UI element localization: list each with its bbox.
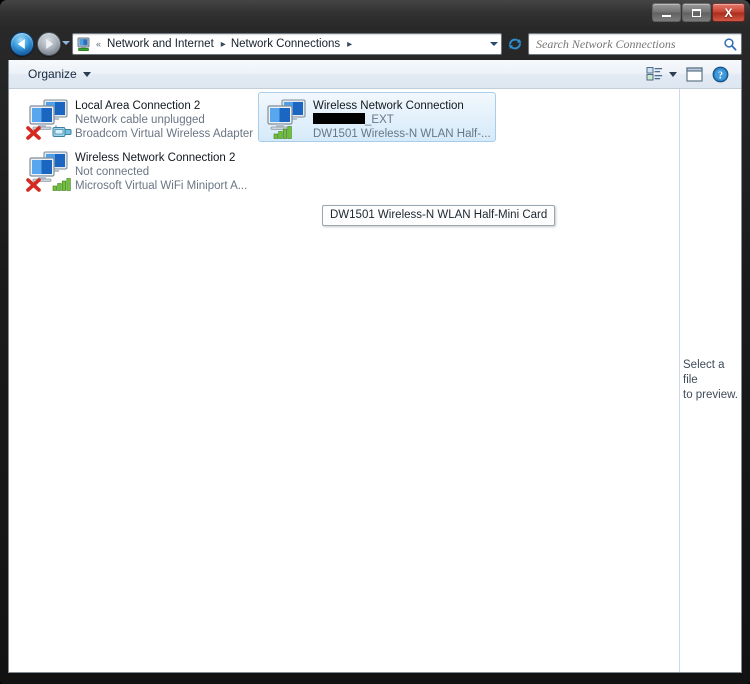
network-adapter-connected-icon <box>263 97 311 141</box>
search-box[interactable] <box>528 33 742 55</box>
maximize-icon <box>692 8 701 17</box>
change-view-icon <box>646 67 663 81</box>
organize-button-label: Organize <box>28 67 77 81</box>
connections-list[interactable]: Local Area Connection 2 Network cable un… <box>9 89 679 672</box>
help-button[interactable]: ? <box>712 66 729 83</box>
list-item[interactable]: Local Area Connection 2 Network cable un… <box>21 93 259 143</box>
tooltip-text: DW1501 Wireless-N WLAN Half-Mini Card <box>330 209 548 221</box>
breadcrumb-overflow-chevron[interactable]: « <box>92 39 105 49</box>
connection-device: DW1501 Wireless-N WLAN Half-... <box>313 128 491 140</box>
forward-arrow-icon <box>46 39 54 49</box>
explorer-window: X « Network and Internet ▸ Network Conne… <box>0 0 750 684</box>
search-input[interactable] <box>529 36 719 52</box>
title-bar[interactable]: X <box>0 0 750 28</box>
show-preview-pane-button[interactable] <box>686 66 703 82</box>
address-bar[interactable]: « Network and Internet ▸ Network Connect… <box>72 33 502 55</box>
refresh-button[interactable] <box>505 34 525 54</box>
chevron-down-icon <box>669 71 677 77</box>
explorer-client-area: Organize ? Local Area Connection 2 Netwo… <box>8 60 742 673</box>
search-icon[interactable] <box>719 37 741 51</box>
refresh-icon <box>508 38 522 50</box>
list-item-text: Local Area Connection 2 Network cable un… <box>75 96 253 141</box>
minimize-button[interactable] <box>652 3 681 22</box>
svg-text:?: ? <box>718 70 723 81</box>
close-icon: X <box>724 5 733 20</box>
connection-name: Local Area Connection 2 <box>75 100 201 112</box>
tooltip: DW1501 Wireless-N WLAN Half-Mini Card <box>322 205 556 226</box>
network-adapter-disconnected-icon <box>25 149 73 193</box>
breadcrumb[interactable]: « Network and Internet ▸ Network Connect… <box>92 38 486 50</box>
forward-button[interactable] <box>37 32 61 56</box>
ethernet-plug-icon <box>52 125 72 137</box>
recent-pages-button[interactable] <box>62 41 70 45</box>
change-view-button[interactable] <box>646 66 677 82</box>
connection-device: Microsoft Virtual WiFi Miniport A... <box>75 180 248 192</box>
connection-device: Broadcom Virtual Wireless Adapter <box>75 128 254 140</box>
network-adapter-disconnected-icon <box>25 97 73 141</box>
close-button[interactable]: X <box>712 3 745 22</box>
connection-status-suffix: _EXT <box>365 114 394 126</box>
preview-pane: Select a file to preview. <box>680 89 741 672</box>
breadcrumb-separator-icon[interactable]: ▸ <box>216 39 229 50</box>
preview-pane-line-2: to preview. <box>683 389 738 401</box>
maximize-button[interactable] <box>682 3 711 22</box>
breadcrumb-item-network-and-internet[interactable]: Network and Internet <box>105 38 216 50</box>
list-item[interactable]: Wireless Network Connection 2 Not connec… <box>21 145 259 195</box>
organize-button[interactable]: Organize <box>21 64 98 84</box>
address-bar-row: « Network and Internet ▸ Network Connect… <box>0 28 750 60</box>
show-preview-pane-icon <box>686 66 703 82</box>
address-history-dropdown-button[interactable] <box>486 42 501 46</box>
preview-pane-message: Select a file to preview. <box>683 358 738 403</box>
list-item-text: Wireless Network Connection _EXT DW1501 … <box>313 96 491 141</box>
chevron-down-icon <box>489 42 498 46</box>
preview-pane-line-1: Select a file <box>683 359 725 386</box>
connection-status: Network cable unplugged <box>75 114 205 126</box>
connection-name: Wireless Network Connection 2 <box>75 152 236 164</box>
list-item-text: Wireless Network Connection 2 Not connec… <box>75 148 247 193</box>
help-icon: ? <box>712 66 729 82</box>
network-folder-icon <box>76 36 92 52</box>
list-item[interactable]: Wireless Network Connection _EXT DW1501 … <box>258 92 496 142</box>
command-bar: Organize ? <box>9 60 741 89</box>
connection-status: Not connected <box>75 166 150 178</box>
command-bar-right-group: ? <box>646 66 741 83</box>
connection-name: Wireless Network Connection <box>313 100 464 112</box>
redacted-ssid <box>313 113 365 124</box>
wifi-signal-icon <box>52 178 71 191</box>
back-arrow-icon <box>17 39 25 49</box>
breadcrumb-separator-icon[interactable]: ▸ <box>342 39 355 50</box>
breadcrumb-item-network-connections[interactable]: Network Connections <box>229 38 342 50</box>
back-button[interactable] <box>10 32 34 56</box>
minimize-icon <box>662 14 671 17</box>
chevron-down-icon <box>82 71 91 77</box>
connection-status: _EXT <box>313 113 491 127</box>
